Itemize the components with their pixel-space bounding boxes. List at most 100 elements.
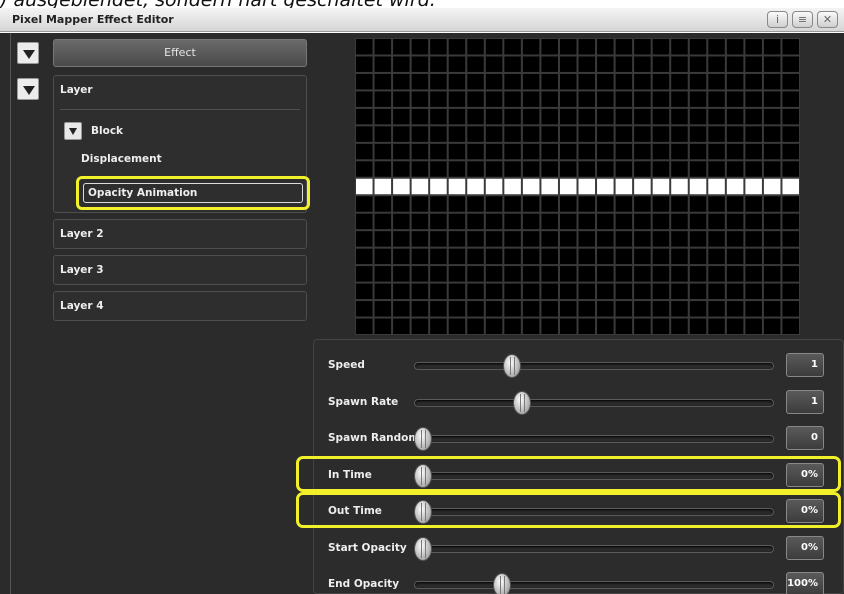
block-label[interactable]: Block xyxy=(91,125,123,137)
pixel-cell xyxy=(689,56,707,72)
pixel-cell xyxy=(467,126,484,142)
pixel-cell xyxy=(763,248,781,265)
pixel-cell xyxy=(522,39,540,55)
start-opacity-value-field[interactable]: 0% xyxy=(786,535,824,560)
pixel-cell xyxy=(745,56,762,72)
pixel-cell xyxy=(615,318,633,334)
pixel-cell xyxy=(559,178,577,195)
pixel-cell xyxy=(541,266,558,282)
pixel-cell xyxy=(559,73,577,90)
layer-3-box[interactable]: Layer 3 xyxy=(53,255,307,285)
pixel-cell xyxy=(745,143,762,160)
pixel-cell xyxy=(356,248,373,265)
pixel-cell xyxy=(374,213,392,230)
pixel-cell xyxy=(467,161,484,177)
pixel-cell xyxy=(467,196,484,212)
pixel-cell xyxy=(726,318,744,334)
pixel-cell xyxy=(504,126,521,142)
pixel-cell xyxy=(634,266,651,282)
pixel-cell xyxy=(411,248,429,265)
layer-2-box[interactable]: Layer 2 xyxy=(53,219,307,249)
collapse-effect-toggle[interactable] xyxy=(17,42,39,64)
pixel-preview-area xyxy=(310,33,844,336)
pixel-cell xyxy=(559,56,577,72)
spawn-random-value-field[interactable]: 0 xyxy=(786,426,824,450)
pixel-cell xyxy=(782,108,799,125)
pixel-cell xyxy=(782,301,799,317)
pixel-cell xyxy=(541,143,558,160)
pixel-cell xyxy=(634,213,651,230)
pixel-cell xyxy=(671,39,688,55)
pixel-cell xyxy=(430,213,447,230)
close-button[interactable]: ✕ xyxy=(817,11,838,28)
menu-button[interactable]: ≡ xyxy=(792,11,813,28)
spawn-random-slider-track[interactable] xyxy=(414,435,774,443)
pixel-cell xyxy=(467,213,484,230)
effect-button[interactable]: Effect xyxy=(53,39,307,67)
displacement-item[interactable]: Displacement xyxy=(81,153,162,165)
pixel-cell xyxy=(504,283,521,300)
pixel-cell xyxy=(708,91,725,107)
pixel-cell xyxy=(467,318,484,334)
pixel-cell xyxy=(485,126,503,142)
spawn-rate-slider-track[interactable] xyxy=(414,398,774,407)
pixel-cell xyxy=(374,231,392,247)
pixel-cell xyxy=(726,283,744,300)
pixel-cell xyxy=(504,248,521,265)
spawn-random-slider-handle[interactable] xyxy=(414,427,432,451)
end-opacity-label: End Opacity xyxy=(328,578,400,590)
pixel-cell xyxy=(504,56,521,72)
layer-4-box[interactable]: Layer 4 xyxy=(53,291,307,321)
pixel-cell xyxy=(652,213,670,230)
speed-value-field[interactable]: 1 xyxy=(786,353,824,377)
speed-label: Speed xyxy=(328,359,365,371)
pixel-cell xyxy=(374,108,392,125)
pixel-cell xyxy=(763,196,781,212)
pixel-cell xyxy=(541,301,558,317)
pixel-cell xyxy=(485,231,503,247)
pixel-cell xyxy=(522,73,540,90)
end-opacity-slider-handle[interactable] xyxy=(492,573,511,594)
pixel-cell xyxy=(671,56,688,72)
pixel-cell xyxy=(615,178,633,195)
pixel-cell xyxy=(356,56,373,72)
start-opacity-label: Start Opacity xyxy=(328,541,407,554)
speed-slider-track[interactable] xyxy=(414,362,774,370)
pixel-cell xyxy=(374,56,392,72)
pixel-cell xyxy=(393,248,410,265)
start-opacity-slider-track[interactable] xyxy=(414,544,774,553)
pixel-cell xyxy=(597,178,614,195)
pixel-cell xyxy=(708,283,725,300)
pixel-preview-grid[interactable] xyxy=(355,38,800,335)
pixel-cell xyxy=(504,39,521,55)
pixel-cell xyxy=(485,39,503,55)
pixel-cell xyxy=(504,196,521,212)
pixel-cell xyxy=(522,266,540,282)
info-button[interactable]: i xyxy=(767,11,788,28)
pixel-cell xyxy=(689,73,707,90)
pixel-cell xyxy=(634,56,651,72)
pixel-cell xyxy=(522,196,540,212)
pixel-cell xyxy=(652,126,670,142)
layer-3-label: Layer 3 xyxy=(60,264,104,276)
end-opacity-slider-track[interactable] xyxy=(414,581,774,589)
pixel-cell xyxy=(726,91,744,107)
end-opacity-value-field[interactable]: 100% xyxy=(786,572,824,594)
pixel-cell xyxy=(559,196,577,212)
pixel-cell xyxy=(374,178,392,195)
spawn-rate-value-field[interactable]: 1 xyxy=(786,389,824,414)
pixel-cell xyxy=(782,213,799,230)
start-opacity-slider-handle[interactable] xyxy=(414,536,432,561)
pixel-cell xyxy=(356,108,373,125)
speed-slider-handle[interactable] xyxy=(502,354,521,378)
pixel-cell xyxy=(763,301,781,317)
pixel-cell xyxy=(356,39,373,55)
pixel-cell xyxy=(708,73,725,90)
pixel-cell xyxy=(467,283,484,300)
pixel-cell xyxy=(522,318,540,334)
collapse-layer-toggle[interactable] xyxy=(17,78,39,100)
spawn-rate-slider-handle[interactable] xyxy=(513,390,532,415)
collapse-block-toggle[interactable] xyxy=(64,122,82,140)
opacity-animation-item[interactable]: Opacity Animation xyxy=(83,183,303,203)
spawn-random-label: Spawn Random xyxy=(328,432,420,444)
